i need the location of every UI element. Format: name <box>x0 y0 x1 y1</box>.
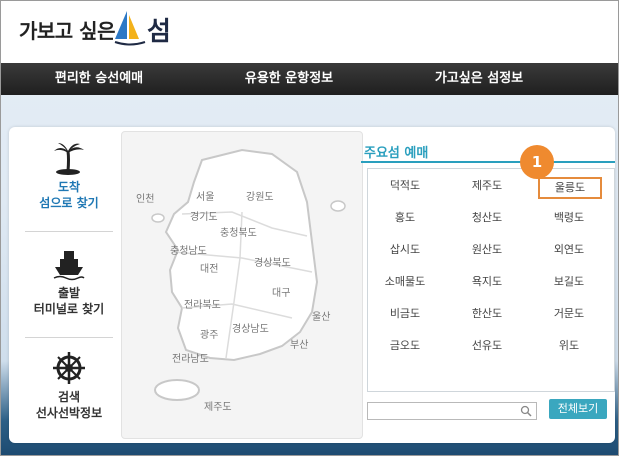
map-label[interactable]: 대전 <box>200 260 218 275</box>
sidebar-label-find-island: 섬으로 찾기 <box>39 196 99 210</box>
map-label[interactable]: 전라북도 <box>184 296 221 311</box>
sidebar-divider <box>25 231 113 232</box>
sidebar-divider <box>25 337 113 338</box>
logo-text: 가보고 싶은 <box>19 19 115 43</box>
search-icon[interactable] <box>520 405 532 417</box>
island-button[interactable]: 삽시도 <box>370 239 440 261</box>
sidebar-label-find-terminal: 터미널로 찾기 <box>33 302 105 316</box>
ship-icon <box>53 251 85 281</box>
map-label[interactable]: 경상북도 <box>254 254 291 269</box>
map-label[interactable]: 인천 <box>136 190 154 205</box>
nav-item-booking[interactable]: 편리한 승선예매 <box>9 63 189 95</box>
island-button[interactable]: 홍도 <box>370 207 440 229</box>
map-label[interactable]: 전라남도 <box>172 350 209 365</box>
island-button[interactable]: 원산도 <box>452 239 522 261</box>
palm-island-icon <box>54 143 84 175</box>
island-button[interactable]: 비금도 <box>370 303 440 325</box>
logo-isle-text: 섬 <box>147 17 171 47</box>
sidebar: 도착 섬으로 찾기 출발 터미널로 찾기 검색 선사선박정보 <box>17 127 121 443</box>
map-label[interactable]: 울산 <box>312 308 330 323</box>
island-button[interactable]: 위도 <box>534 335 604 357</box>
main-nav: 편리한 승선예매 유용한 운항정보 가고싶은 섬정보 <box>1 63 618 95</box>
map-label[interactable]: 경상남도 <box>232 320 269 335</box>
island-button[interactable]: 제주도 <box>452 175 522 197</box>
nav-item-island-info[interactable]: 가고싶은 섬정보 <box>389 63 569 95</box>
island-button[interactable]: 한산도 <box>452 303 522 325</box>
header: 가보고 싶은 섬 <box>1 1 618 63</box>
sidebar-item-island[interactable]: 도착 섬으로 찾기 <box>17 141 121 211</box>
sidebar-item-terminal[interactable]: 출발 터미널로 찾기 <box>17 247 121 317</box>
map-label[interactable]: 충청남도 <box>170 242 207 257</box>
major-islands-title: 주요섬 예매 <box>364 146 429 161</box>
sidebar-label-ship-info: 선사선박정보 <box>35 406 103 420</box>
sidebar-label-departure: 출발 <box>57 286 81 300</box>
island-button[interactable]: 청산도 <box>452 207 522 229</box>
sidebar-item-search[interactable]: 검색 선사선박정보 <box>17 351 121 421</box>
island-button[interactable]: 외연도 <box>534 239 604 261</box>
page-frame: 가보고 싶은 섬 편리한 승선예매 유용한 운항정보 가고싶은 섬정보 도착 섬… <box>0 0 619 456</box>
island-grid: 덕적도 제주도 울릉도 홍도 청산도 백령도 삽시도 원산도 외연도 소매물도 … <box>367 168 615 392</box>
island-button-highlighted[interactable]: 울릉도 <box>538 177 602 199</box>
map-label[interactable]: 제주도 <box>204 398 232 413</box>
content-panel: 도착 섬으로 찾기 출발 터미널로 찾기 검색 선사선박정보 인천 서울 강원도… <box>9 127 615 443</box>
island-button[interactable]: 거문도 <box>534 303 604 325</box>
map-label[interactable]: 서울 <box>196 188 214 203</box>
map-label[interactable]: 부산 <box>290 336 308 351</box>
map-label[interactable]: 대구 <box>272 284 290 299</box>
map-label[interactable]: 충청북도 <box>220 224 257 239</box>
map-label[interactable]: 경기도 <box>190 208 218 223</box>
sidebar-label-arrival: 도착 <box>57 180 81 194</box>
island-button[interactable]: 금오도 <box>370 335 440 357</box>
step-badge: 1 <box>520 145 554 179</box>
view-all-button[interactable]: 전체보기 <box>549 399 607 419</box>
island-button[interactable]: 보길도 <box>534 271 604 293</box>
island-search-input[interactable] <box>367 402 537 420</box>
island-button[interactable]: 선유도 <box>452 335 522 357</box>
korea-map-shape <box>151 148 346 401</box>
ship-wheel-icon <box>53 352 85 384</box>
nav-item-schedule[interactable]: 유용한 운항정보 <box>199 63 379 95</box>
island-button[interactable]: 백령도 <box>534 207 604 229</box>
map-label[interactable]: 광주 <box>200 326 218 341</box>
sidebar-label-search: 검색 <box>57 390 81 404</box>
sailboat-logo-icon <box>114 11 146 46</box>
korea-map[interactable]: 인천 서울 강원도 경기도 충청북도 충청남도 대전 경상북도 전라북도 대구 … <box>121 131 363 439</box>
island-button[interactable]: 덕적도 <box>370 175 440 197</box>
island-button[interactable]: 소매물도 <box>370 271 440 293</box>
island-button[interactable]: 욕지도 <box>452 271 522 293</box>
map-label[interactable]: 강원도 <box>246 188 274 203</box>
title-underline <box>361 161 615 163</box>
major-islands-panel: 주요섬 예매 덕적도 제주도 울릉도 홍도 청산도 백령도 삽시도 원산도 외연… <box>361 127 615 443</box>
